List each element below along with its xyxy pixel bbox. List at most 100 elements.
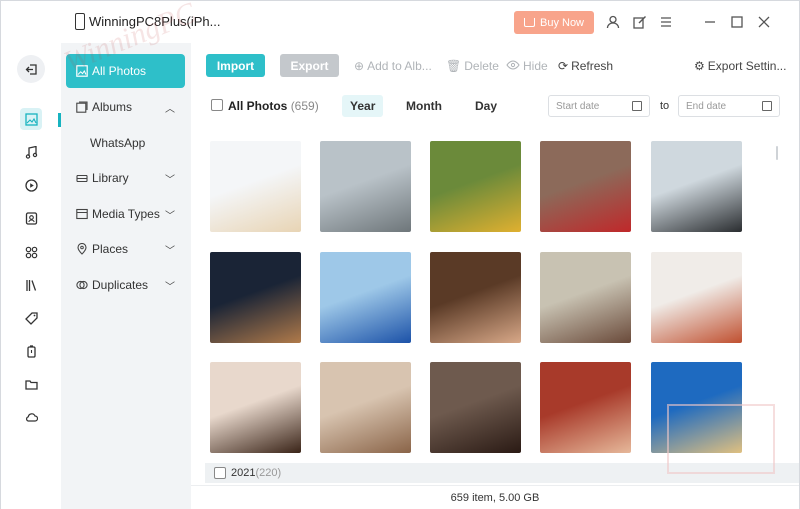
eye-icon: [506, 59, 520, 73]
all-photos-title: All Photos: [228, 99, 288, 113]
library-icon: [76, 172, 88, 184]
battery-icon[interactable]: [20, 340, 42, 362]
export-button[interactable]: Export: [280, 54, 339, 77]
photo-thumbnail-asian-woman-portrait[interactable]: [210, 362, 301, 453]
year-group-label: 2021(220): [231, 467, 281, 479]
end-date-input[interactable]: End date: [678, 95, 780, 117]
refresh-label: Refresh: [571, 59, 614, 73]
user-icon[interactable]: [604, 13, 622, 31]
photo-thumbnail-girl-tree-portrait[interactable]: [540, 252, 631, 343]
photo-thumbnail-red-sports-car[interactable]: [540, 141, 631, 232]
toolbar: Import Export ⊕ Add to Alb... 🗑︎ Delete …: [191, 43, 799, 87]
add-to-album-button[interactable]: ⊕ Add to Alb...: [354, 59, 432, 73]
album-icon: [76, 101, 88, 113]
delete-button[interactable]: 🗑︎ Delete: [446, 59, 499, 73]
menu-library[interactable]: Library ﹀: [66, 161, 185, 195]
folder-icon[interactable]: [20, 373, 42, 395]
hide-label: Hide: [523, 59, 548, 73]
media-types-icon: [76, 208, 88, 220]
chevron-down-icon: ﹀: [165, 210, 175, 222]
cart-icon: [523, 18, 535, 27]
year-value: 2021: [231, 467, 256, 479]
side-menu: All Photos Albums ︿ WhatsApp Library ﹀ M…: [61, 43, 191, 509]
date-range-separator: to: [660, 100, 670, 112]
minimize-icon[interactable]: [701, 13, 719, 31]
tab-day[interactable]: Day: [467, 95, 505, 117]
scrollbar-thumb[interactable]: [776, 146, 778, 160]
add-to-album-label: Add to Alb...: [367, 59, 432, 73]
hide-button[interactable]: Hide: [506, 59, 548, 73]
buy-now-button[interactable]: Buy Now: [514, 11, 594, 34]
photo-thumbnail-brunette-portrait[interactable]: [430, 252, 521, 343]
tab-month[interactable]: Month: [398, 95, 450, 117]
music-icon[interactable]: [20, 141, 42, 163]
photo-thumbnail-black-jet[interactable]: [651, 141, 742, 232]
apps-icon[interactable]: [20, 241, 42, 263]
filter-bar: All Photos (659) Year Month Day Start da…: [191, 87, 799, 125]
photo-thumbnail-blue-sedan-beach[interactable]: [320, 252, 411, 343]
phone-icon: [75, 13, 85, 30]
corner-watermark: [667, 404, 775, 474]
buy-now-label: Buy Now: [539, 16, 585, 29]
menu-media-types-label: Media Types: [92, 207, 160, 221]
photo-thumbnail-stealth-jets-sunset[interactable]: [210, 252, 301, 343]
cloud-icon[interactable]: [20, 406, 42, 428]
photos-icon[interactable]: [20, 108, 42, 130]
menu-albums-label: Albums: [92, 100, 133, 114]
status-text: 659 item, 5.00 GB: [450, 491, 540, 504]
app-window: WinningPC8Plus(iPh... Buy Now All Photos…: [0, 0, 800, 509]
photo-thumbnail-blonde-woman-portrait[interactable]: [320, 362, 411, 453]
edit-icon[interactable]: [631, 13, 649, 31]
menu-media-types[interactable]: Media Types ﹀: [66, 197, 185, 231]
chevron-up-icon: ︿: [165, 103, 175, 115]
video-icon[interactable]: [20, 174, 42, 196]
tag-icon[interactable]: [20, 307, 42, 329]
start-date-input[interactable]: Start date: [548, 95, 650, 117]
photo-thumbnail-screenshot-product-photos[interactable]: [210, 141, 301, 232]
contacts-icon[interactable]: [20, 207, 42, 229]
close-icon[interactable]: [755, 13, 773, 31]
refresh-button[interactable]: ⟳ Refresh: [558, 59, 613, 73]
status-bar: 659 item, 5.00 GB: [191, 485, 799, 509]
back-icon[interactable]: [17, 55, 45, 83]
photo-thumbnail-dark-hair-girl-portrait[interactable]: [430, 362, 521, 453]
add-circle-icon: ⊕: [354, 59, 365, 73]
end-date-placeholder: End date: [686, 100, 727, 112]
maximize-icon[interactable]: [728, 13, 746, 31]
chevron-down-icon: ﹀: [165, 174, 175, 186]
select-all-checkbox[interactable]: [211, 99, 223, 111]
delete-label: Delete: [464, 59, 499, 73]
tab-year[interactable]: Year: [342, 95, 384, 117]
all-photos-count: (659): [290, 99, 319, 113]
photo-thumbnail-woman-lying-portrait[interactable]: [540, 362, 631, 453]
menu-places[interactable]: Places ﹀: [66, 232, 185, 266]
photo-thumbnail-white-suv[interactable]: [320, 141, 411, 232]
start-date-placeholder: Start date: [556, 100, 600, 112]
books-icon[interactable]: [20, 274, 42, 296]
duplicates-icon: [76, 279, 88, 291]
refresh-icon: ⟳: [558, 59, 569, 73]
photo-thumbnail-blue-car-road[interactable]: [430, 141, 521, 232]
export-settings-label: Export Settin...: [707, 59, 787, 73]
export-settings-button[interactable]: ⚙ Export Settin...: [694, 59, 786, 73]
menu-whatsapp[interactable]: WhatsApp: [90, 136, 145, 150]
menu-albums[interactable]: Albums ︿: [66, 90, 185, 124]
menu-library-label: Library: [92, 171, 129, 185]
year-count: (220): [255, 467, 282, 479]
gear-icon: ⚙: [694, 59, 705, 73]
year-checkbox[interactable]: [214, 467, 226, 479]
menu-places-label: Places: [92, 242, 129, 256]
photo-thumbnail-redhead-portrait[interactable]: [651, 252, 742, 343]
chevron-down-icon: ﹀: [165, 245, 175, 257]
calendar-icon: [632, 101, 642, 111]
location-icon: [76, 243, 88, 255]
import-button[interactable]: Import: [206, 54, 265, 77]
calendar-icon: [762, 101, 772, 111]
all-photos-heading: All Photos (659): [228, 99, 319, 113]
menu-duplicates[interactable]: Duplicates ﹀: [66, 268, 185, 302]
icon-rail: [1, 43, 61, 509]
chevron-down-icon: ﹀: [165, 281, 175, 293]
menu-duplicates-label: Duplicates: [92, 278, 149, 292]
menu-icon[interactable]: [657, 13, 675, 31]
trash-icon: 🗑︎: [446, 59, 462, 73]
